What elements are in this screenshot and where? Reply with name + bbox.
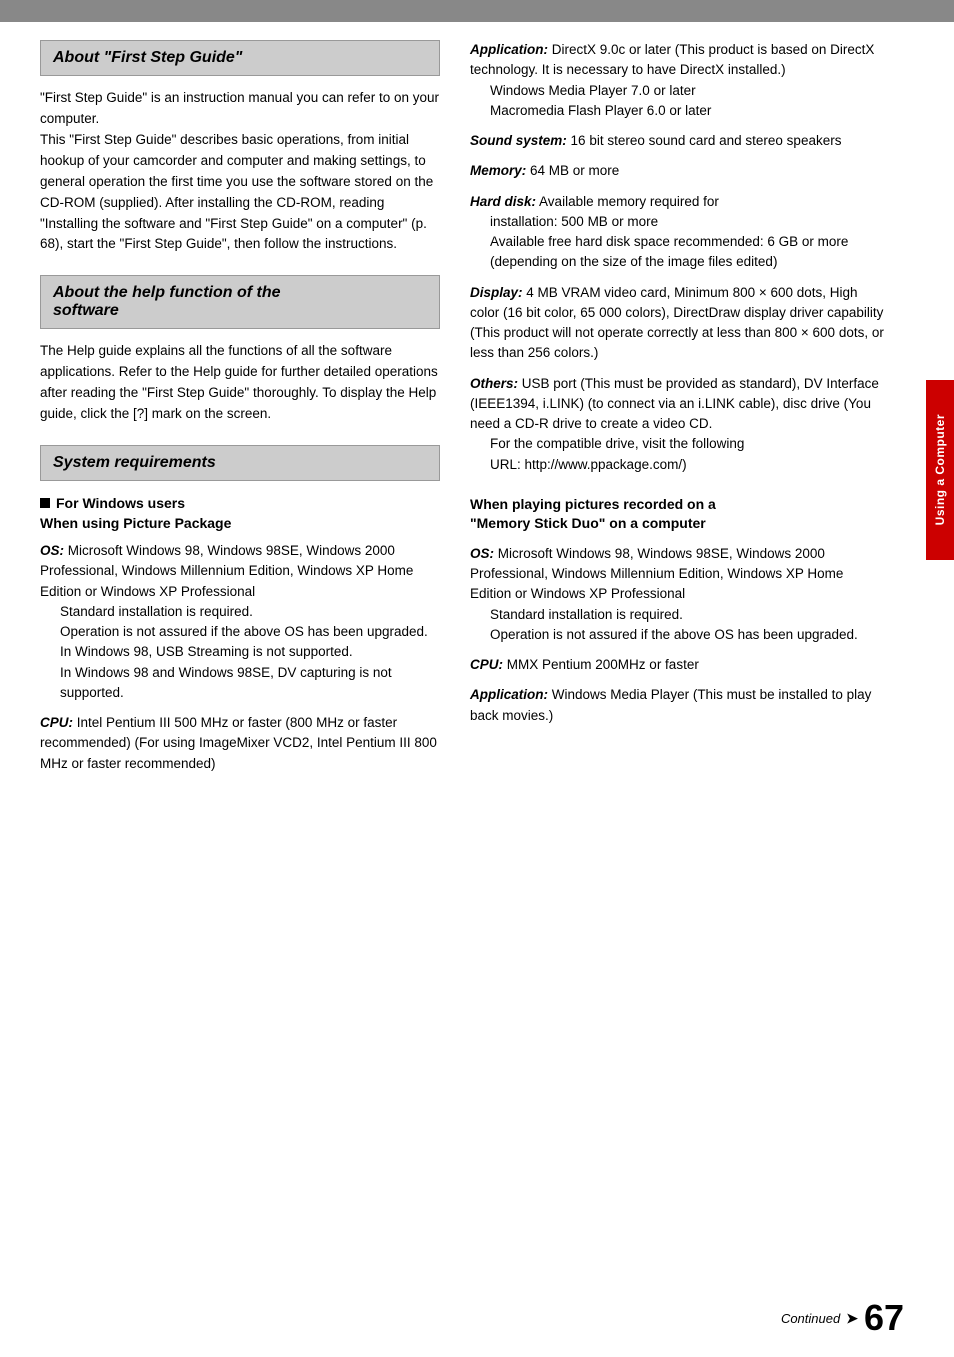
content-area: About "First Step Guide" "First Step Gui… bbox=[40, 30, 914, 1297]
spec-application2-label: Application: bbox=[470, 687, 548, 702]
spec-memory: Memory: 64 MB or more bbox=[470, 161, 884, 181]
first-step-body: "First Step Guide" is an instruction man… bbox=[40, 88, 440, 255]
help-body: The Help guide explains all the function… bbox=[40, 341, 440, 425]
spec-others-content: USB port (This must be provided as stand… bbox=[470, 376, 879, 432]
section-header-first-step: About "First Step Guide" bbox=[40, 40, 440, 76]
section-title-help: About the help function of thesoftware bbox=[53, 284, 427, 320]
spec-others-extra: For the compatible drive, visit the foll… bbox=[470, 434, 884, 475]
spec-others-label: Others: bbox=[470, 376, 518, 391]
spec-application-extra: Windows Media Player 7.0 or later Macrom… bbox=[470, 81, 884, 122]
side-tab-label: Using a Computer bbox=[933, 414, 947, 525]
spec-display-content: 4 MB VRAM video card, Minimum 800 × 600 … bbox=[470, 285, 884, 361]
spec-cpu-label: CPU: bbox=[40, 715, 73, 730]
spec-application-label: Application: bbox=[470, 42, 548, 57]
when-playing-header: When playing pictures recorded on a"Memo… bbox=[470, 495, 884, 534]
section-title-sysreq: System requirements bbox=[53, 454, 427, 472]
spec-cpu2: CPU: MMX Pentium 200MHz or faster bbox=[470, 655, 884, 675]
spec-os2-content: Microsoft Windows 98, Windows 98SE, Wind… bbox=[470, 546, 843, 602]
spec-memory-content: 64 MB or more bbox=[530, 163, 619, 178]
spec-os2-extra: Standard installation is required. Opera… bbox=[470, 605, 884, 646]
spec-cpu: CPU: Intel Pentium III 500 MHz or faster… bbox=[40, 713, 440, 774]
footer-arrow-icon: ➤ bbox=[846, 1310, 858, 1327]
spec-application: Application: DirectX 9.0c or later (This… bbox=[470, 40, 884, 121]
for-windows-users-title: For Windows users bbox=[40, 495, 440, 511]
spec-sound-label: Sound system: bbox=[470, 133, 567, 148]
spec-os: OS: Microsoft Windows 98, Windows 98SE, … bbox=[40, 541, 440, 703]
spec-sound: Sound system: 16 bit stereo sound card a… bbox=[470, 131, 884, 151]
spec-display: Display: 4 MB VRAM video card, Minimum 8… bbox=[470, 283, 884, 364]
spec-cpu2-content: MMX Pentium 200MHz or faster bbox=[507, 657, 699, 672]
top-bar bbox=[0, 0, 954, 22]
spec-cpu2-label: CPU: bbox=[470, 657, 503, 672]
spec-harddisk-label: Hard disk: bbox=[470, 194, 536, 209]
section-header-sysreq: System requirements bbox=[40, 445, 440, 481]
spec-others: Others: USB port (This must be provided … bbox=[470, 374, 884, 475]
spec-harddisk-content: installation: 500 MB or more Available f… bbox=[470, 212, 884, 273]
spec-os2: OS: Microsoft Windows 98, Windows 98SE, … bbox=[470, 544, 884, 645]
left-column: About "First Step Guide" "First Step Gui… bbox=[40, 30, 440, 1297]
section-title-first-step: About "First Step Guide" bbox=[53, 49, 427, 67]
footer: Continued ➤ 67 bbox=[781, 1297, 904, 1339]
spec-os2-label: OS: bbox=[470, 546, 494, 561]
page-container: Using a Computer About "First Step Guide… bbox=[0, 0, 954, 1357]
spec-application2: Application: Windows Media Player (This … bbox=[470, 685, 884, 726]
spec-os-extra: Standard installation is required. Opera… bbox=[40, 602, 440, 703]
spec-display-label: Display: bbox=[470, 285, 523, 300]
spec-harddisk: Hard disk: Available memory required for… bbox=[470, 192, 884, 273]
for-windows-label: For Windows users bbox=[56, 495, 185, 511]
spec-sound-content: 16 bit stereo sound card and stereo spea… bbox=[571, 133, 842, 148]
spec-cpu-content: Intel Pentium III 500 MHz or faster (800… bbox=[40, 715, 437, 771]
section-header-help: About the help function of thesoftware bbox=[40, 275, 440, 329]
spec-memory-label: Memory: bbox=[470, 163, 526, 178]
side-tab: Using a Computer bbox=[926, 380, 954, 560]
when-using-label: When using Picture Package bbox=[40, 515, 440, 531]
right-column: Application: DirectX 9.0c or later (This… bbox=[470, 30, 914, 1297]
square-bullet-icon bbox=[40, 498, 50, 508]
footer-continued-label: Continued bbox=[781, 1311, 840, 1326]
spec-os-content: Microsoft Windows 98, Windows 98SE, Wind… bbox=[40, 543, 413, 599]
footer-page-number: 67 bbox=[864, 1297, 904, 1339]
spec-os-label: OS: bbox=[40, 543, 64, 558]
spec-harddisk-intro: Available memory required for bbox=[539, 194, 719, 209]
